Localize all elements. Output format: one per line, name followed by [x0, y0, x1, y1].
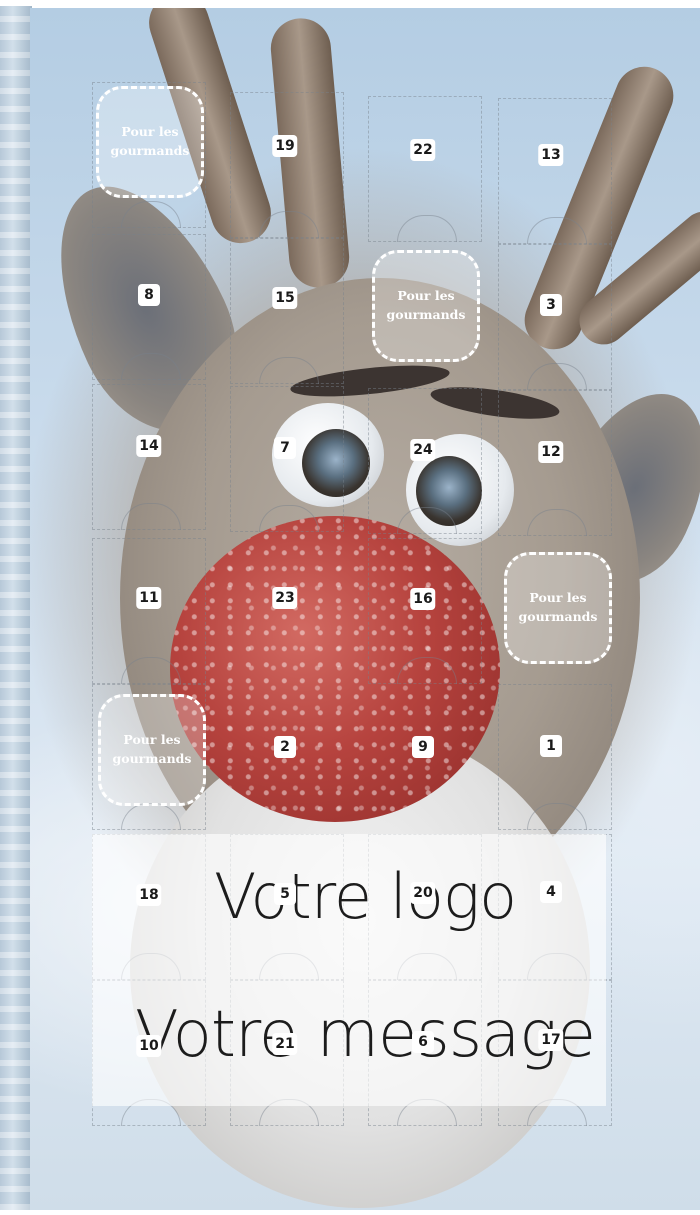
door-outline [230, 92, 344, 238]
treat-door[interactable]: Pour les gourmands [98, 694, 206, 806]
door-number[interactable]: 20 [410, 882, 436, 904]
advent-calendar-front: Votre logo Votre message Pour les gourma… [30, 8, 700, 1210]
door-number[interactable]: 13 [538, 144, 564, 166]
treat-door[interactable]: Pour les gourmands [504, 552, 612, 664]
door-number[interactable]: 5 [274, 883, 296, 905]
door-outline [368, 538, 482, 684]
door-number[interactable]: 11 [136, 587, 162, 609]
door-number[interactable]: 8 [138, 284, 160, 306]
door-outline [230, 386, 344, 532]
door-number[interactable]: 9 [412, 736, 434, 758]
door-outline [368, 96, 482, 242]
box-spine [0, 6, 32, 1210]
door-outline [368, 388, 482, 534]
door-number[interactable]: 4 [540, 881, 562, 903]
treat-door[interactable]: Pour les gourmands [96, 86, 204, 198]
message-placeholder: Votre message [134, 998, 596, 1072]
door-outline [92, 538, 206, 684]
door-number[interactable]: 19 [272, 135, 298, 157]
door-number[interactable]: 2 [274, 736, 296, 758]
treat-door[interactable]: Pour les gourmands [372, 250, 480, 362]
door-number[interactable]: 17 [538, 1029, 564, 1051]
door-number[interactable]: 15 [272, 287, 298, 309]
door-number[interactable]: 10 [136, 1035, 162, 1057]
door-outline [92, 384, 206, 530]
door-number[interactable]: 16 [410, 588, 436, 610]
door-number[interactable]: 23 [272, 587, 298, 609]
door-outline [92, 234, 206, 380]
door-outline [498, 244, 612, 390]
door-number[interactable]: 6 [412, 1031, 434, 1053]
door-number[interactable]: 18 [136, 884, 162, 906]
door-number[interactable]: 22 [410, 139, 436, 161]
door-outline [230, 238, 344, 384]
door-outline [498, 684, 612, 830]
door-number[interactable]: 21 [272, 1033, 298, 1055]
door-number[interactable]: 14 [136, 435, 162, 457]
door-outline [498, 390, 612, 536]
logo-placeholder: Votre logo [213, 860, 517, 933]
door-number[interactable]: 12 [538, 441, 564, 463]
door-outline [498, 98, 612, 244]
door-number[interactable]: 24 [410, 439, 436, 461]
door-number[interactable]: 1 [540, 735, 562, 757]
door-number[interactable]: 7 [274, 437, 296, 459]
door-number[interactable]: 3 [540, 294, 562, 316]
